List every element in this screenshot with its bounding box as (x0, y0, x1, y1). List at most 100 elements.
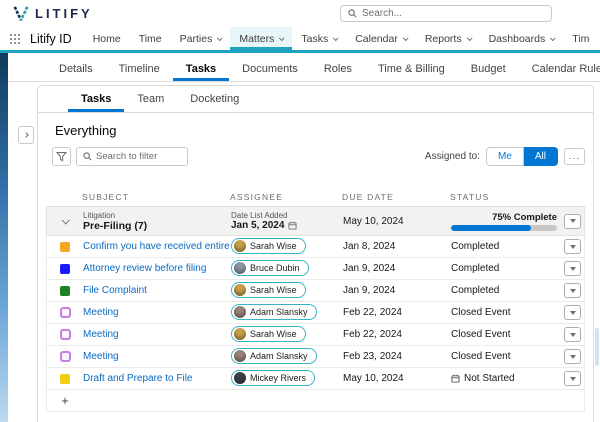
row-actions-button[interactable] (564, 214, 581, 229)
filter-icon (56, 151, 67, 162)
status: Closed Event (451, 329, 561, 340)
tab-budget[interactable]: Budget (458, 56, 519, 81)
tab-calendar-rules[interactable]: Calendar Rules (519, 56, 600, 81)
due-date: Feb 22, 2024 (343, 329, 451, 340)
nav-item-calendar[interactable]: Calendar (346, 27, 416, 50)
tab-tasks[interactable]: Tasks (173, 56, 229, 81)
group-category: Litigation (83, 211, 231, 220)
assignee-pill[interactable]: Sarah Wise (231, 238, 306, 254)
nav-item-time-tracking[interactable]: Time Tracking (563, 27, 590, 50)
avatar (234, 372, 246, 384)
row-actions-button[interactable] (564, 349, 581, 364)
assigned-me-button[interactable]: Me (486, 147, 524, 166)
task-subject-link[interactable]: Meeting (83, 307, 231, 318)
group-date-value: Jan 5, 2024 (231, 220, 284, 232)
menu-down-icon (570, 289, 576, 293)
table-body: Confirm you have received entire file Sa… (46, 236, 585, 412)
nav-item-reports[interactable]: Reports (416, 27, 480, 50)
app-nav-bar: Litify ID Home Time Parties Matters Task… (0, 27, 600, 53)
nav-item-home[interactable]: Home (84, 27, 130, 50)
task-subject-link[interactable]: Draft and Prepare to File (83, 373, 231, 384)
task-subject-link[interactable]: File Complaint (83, 285, 231, 296)
assignee-pill[interactable]: Sarah Wise (231, 282, 306, 298)
chevron-down-icon[interactable] (61, 216, 69, 224)
tab-timeline[interactable]: Timeline (106, 56, 173, 81)
table-row: Meeting Adam Slansky Feb 22, 2024 Closed… (47, 302, 584, 324)
nav-item-parties[interactable]: Parties (171, 27, 231, 50)
global-search-input[interactable]: Search... (340, 5, 552, 22)
nav-item-matters[interactable]: Matters (230, 27, 292, 50)
assignee-pill[interactable]: Adam Slansky (231, 348, 317, 364)
nav-item-dashboards[interactable]: Dashboards (480, 27, 564, 50)
task-subject-link[interactable]: Attorney review before filing (83, 263, 231, 274)
avatar (234, 328, 246, 340)
task-subject-link[interactable]: Meeting (83, 329, 231, 340)
row-actions-button[interactable] (564, 327, 581, 342)
chevron-right-icon (23, 132, 29, 138)
filter-search-input[interactable]: Search to filter (76, 147, 188, 166)
task-group-row[interactable]: Litigation Pre-Filing (7) Date List Adde… (46, 206, 585, 236)
due-date: Feb 23, 2024 (343, 351, 451, 362)
progress-bar-track (451, 225, 557, 231)
row-actions-button[interactable] (564, 371, 581, 386)
subtab-tasks[interactable]: Tasks (68, 86, 124, 112)
task-type-marker (60, 351, 71, 362)
row-actions-button[interactable] (564, 305, 581, 320)
assignee-pill[interactable]: Bruce Dubin (231, 260, 309, 276)
list-title: Everything (55, 123, 593, 138)
assigned-to-controls: Assigned to: Me All ... (425, 147, 585, 166)
assigned-all-button[interactable]: All (524, 147, 558, 166)
chevron-down-icon (466, 35, 472, 41)
tab-roles[interactable]: Roles (311, 56, 365, 81)
table-row: Draft and Prepare to File Mickey Rivers … (47, 368, 584, 390)
table-header-row: Subject Assignee Due Date Status (46, 188, 585, 206)
add-icon[interactable]: + (47, 393, 83, 408)
tasks-table: Subject Assignee Due Date Status Litigat… (46, 188, 585, 412)
row-actions-button[interactable] (564, 239, 581, 254)
add-task-row[interactable]: + (47, 390, 584, 412)
tab-details[interactable]: Details (46, 56, 106, 81)
row-actions-button[interactable] (564, 261, 581, 276)
calendar-icon (288, 221, 297, 230)
status: Closed Event (451, 307, 561, 318)
filter-button[interactable] (52, 147, 71, 166)
app-name: Litify ID (30, 32, 72, 46)
app-launcher-icon[interactable] (10, 34, 20, 44)
task-subject-link[interactable]: Meeting (83, 351, 231, 362)
tab-documents[interactable]: Documents (229, 56, 311, 81)
assignee-pill[interactable]: Sarah Wise (231, 326, 306, 342)
avatar (234, 262, 246, 274)
group-progress: 75% Complete (451, 212, 561, 231)
panel-expand-button[interactable] (18, 126, 34, 144)
nav-item-time[interactable]: Time (130, 27, 171, 50)
avatar (234, 240, 246, 252)
progress-label: 75% Complete (451, 212, 557, 223)
chevron-down-icon (279, 35, 285, 41)
litify-logo: LITIFY (12, 5, 93, 23)
calendar-icon (451, 374, 460, 383)
chevron-down-icon (403, 35, 409, 41)
tasks-card: Tasks Team Docketing Everything Search t… (37, 85, 594, 422)
subtab-docketing[interactable]: Docketing (177, 86, 252, 112)
tab-time-billing[interactable]: Time & Billing (365, 56, 458, 81)
col-header-assignee: Assignee (230, 192, 342, 202)
sub-tabs: Tasks Team Docketing (38, 86, 593, 113)
assignee-pill[interactable]: Mickey Rivers (231, 370, 315, 386)
table-row: Meeting Adam Slansky Feb 23, 2024 Closed… (47, 346, 584, 368)
nav-item-tasks[interactable]: Tasks (292, 27, 346, 50)
status: Completed (451, 241, 561, 252)
group-date-label: Date List Added (231, 211, 343, 220)
scrollbar-thumb[interactable] (595, 328, 599, 366)
col-header-due-date: Due Date (342, 192, 450, 202)
global-search-placeholder: Search... (362, 8, 402, 19)
app-window: LITIFY Search... Litify ID Home Time Par… (0, 0, 600, 422)
menu-down-icon (570, 333, 576, 337)
subtab-team[interactable]: Team (124, 86, 177, 112)
group-name: Pre-Filing (7) (83, 220, 231, 232)
task-subject-link[interactable]: Confirm you have received entire file (83, 241, 231, 252)
assignee-pill[interactable]: Adam Slansky (231, 304, 317, 320)
row-actions-button[interactable] (564, 283, 581, 298)
more-actions-button[interactable]: ... (564, 148, 585, 165)
search-icon (83, 152, 92, 161)
status: Not Started (451, 373, 561, 384)
